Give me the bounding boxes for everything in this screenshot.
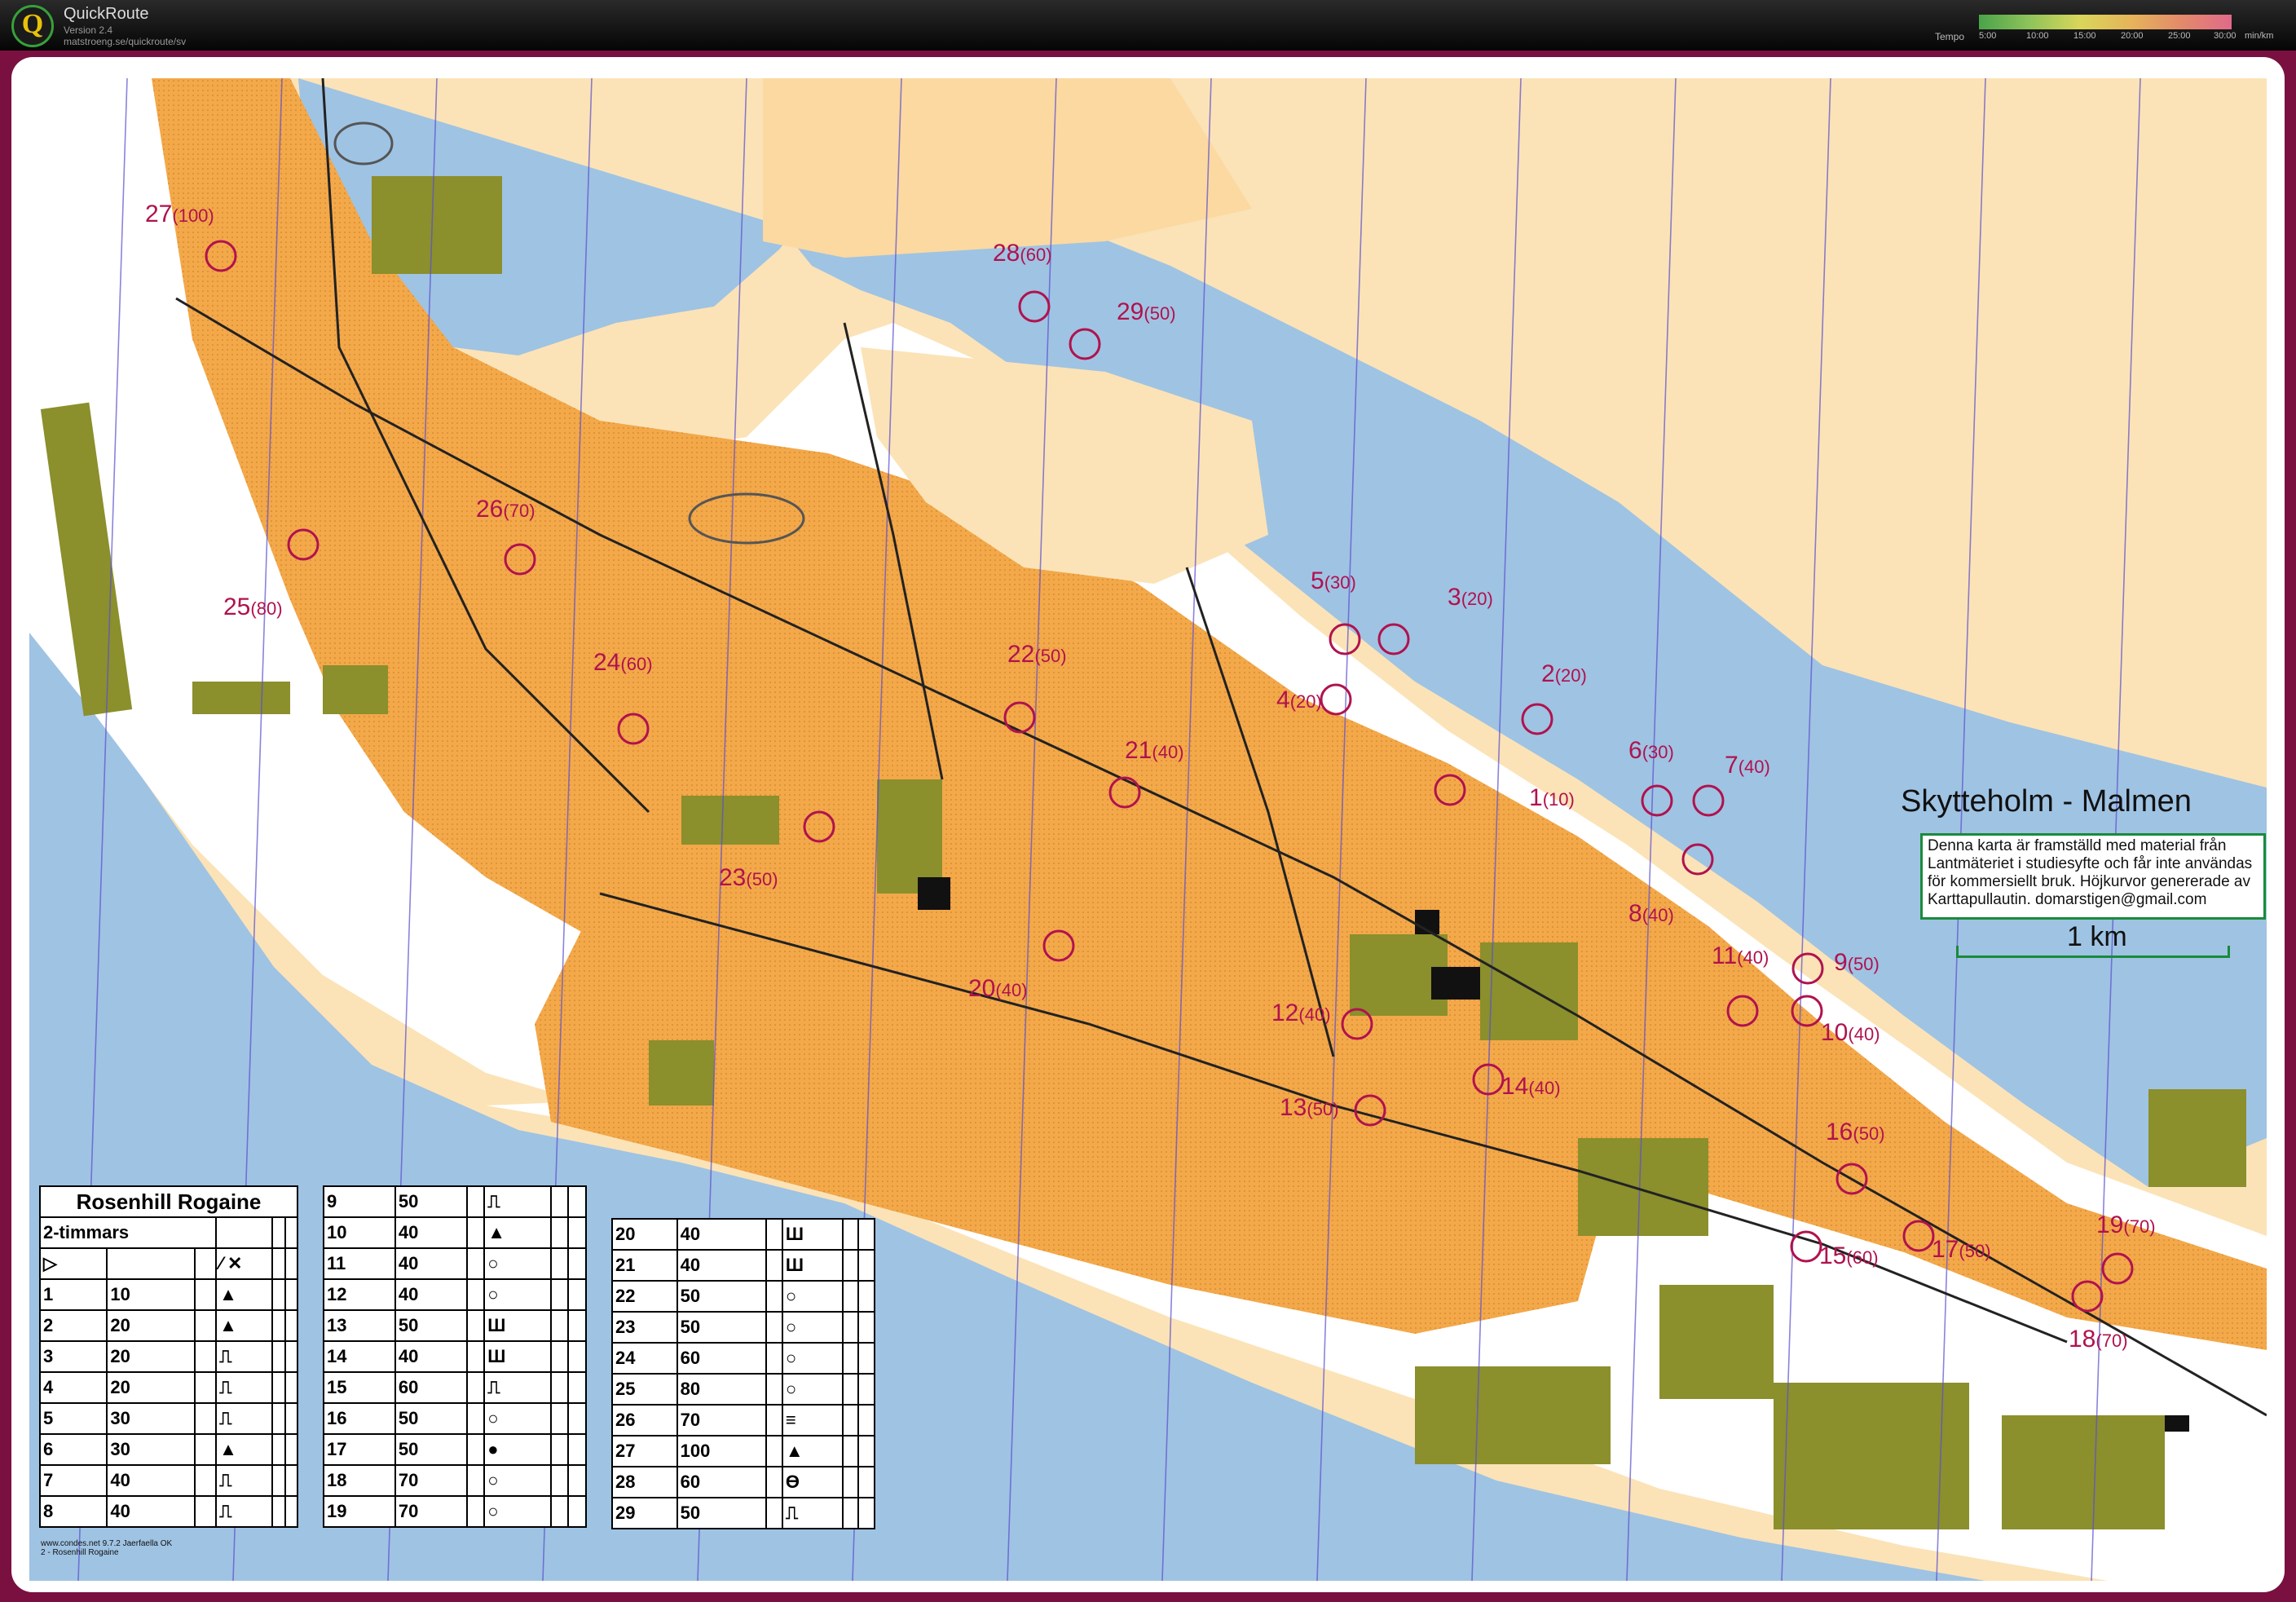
sheet-row: 3 20 ⎍	[38, 1340, 299, 1373]
control-label-2: 2(20)	[1541, 660, 1587, 687]
app-version: Version 2.4	[64, 24, 113, 36]
sheet-row: 7 40 ⎍	[38, 1464, 299, 1497]
footer-line: www.condes.net 9.7.2 Jaerfaella OK	[41, 1539, 173, 1548]
control-label-22: 22(50)	[1007, 641, 1067, 668]
control-label-28: 28(60)	[993, 240, 1052, 267]
control-label-25: 25(80)	[223, 594, 283, 620]
control-label-13: 13(50)	[1280, 1094, 1339, 1121]
sheet-row: 9 50 ⎍	[323, 1185, 587, 1218]
footer-line: 2 - Rosenhill Rogaine	[41, 1548, 119, 1557]
sheet-row: 5 30 ⎍	[38, 1402, 299, 1435]
tempo-tick: 10:00	[2026, 31, 2049, 41]
map-notice: Denna karta är framställd med material f…	[1920, 833, 2266, 920]
map-title: Skytteholm - Malmen	[1901, 784, 2192, 819]
sheet-row: 18 70 ○	[323, 1464, 587, 1497]
control-label-19: 19(70)	[2096, 1211, 2156, 1238]
sheet-row: 12 40 ○	[323, 1278, 587, 1311]
control-label-5: 5(30)	[1311, 567, 1356, 594]
control-label-9: 9(50)	[1834, 949, 1880, 976]
description-sheet-col2: 9 50 ⎍ 10 40 ▲ 11 40 ○ 12 40 ○ 13 50 Ш 14 40 Ш 15 60 ⎍…	[323, 1185, 587, 1528]
control-label-6: 6(30)	[1628, 737, 1674, 764]
control-label-20: 20(40)	[968, 975, 1028, 1002]
sheet-row: 22 50 ○	[611, 1280, 875, 1313]
sheet-row: 19 70 ○	[323, 1495, 587, 1528]
control-label-17: 17(50)	[1932, 1236, 1991, 1263]
sheet-row: 20 40 Ш	[611, 1218, 875, 1251]
control-label-26: 26(70)	[476, 496, 535, 523]
sheet-footer: www.condes.net 9.7.2 Jaerfaella OK 2 - R…	[41, 1539, 172, 1557]
control-label-14: 14(40)	[1501, 1073, 1561, 1100]
control-label-27: 27(100)	[145, 201, 214, 227]
tempo-ticks: 5:00 10:00 15:00 20:00 25:00 30:00 min/k…	[1972, 31, 2273, 44]
sheet-row: 4 20 ⎍	[38, 1371, 299, 1404]
tempo-unit: min/km	[2245, 31, 2274, 41]
sheet-row: 8 40 ⎍	[38, 1495, 299, 1528]
sheet-row: 1 10 ▲	[38, 1278, 299, 1311]
sheet-row: 24 60 ○	[611, 1342, 875, 1375]
control-label-21: 21(40)	[1125, 737, 1184, 764]
control-label-7: 7(40)	[1725, 752, 1770, 779]
sheet-row: 25 80 ○	[611, 1373, 875, 1406]
control-label-23: 23(50)	[719, 864, 778, 891]
sheet-row: 27 100 ▲	[611, 1435, 875, 1467]
control-label-12: 12(40)	[1271, 1000, 1331, 1026]
sheet-row: 13 50 Ш	[323, 1309, 587, 1342]
control-label-11: 11(40)	[1712, 942, 1769, 969]
control-label-8: 8(40)	[1628, 900, 1674, 927]
tempo-tick: 20:00	[2121, 31, 2144, 41]
sheet-row: 17 50 ●	[323, 1433, 587, 1466]
scale-label: 1 km	[2067, 921, 2127, 952]
sheet-row: 11 40 ○	[323, 1247, 587, 1280]
control-label-3: 3(20)	[1448, 584, 1493, 611]
control-label-15: 15(60)	[1819, 1242, 1879, 1269]
sheet-row: 10 40 ▲	[323, 1216, 587, 1249]
control-label-1: 1(10)	[1529, 784, 1575, 811]
control-label-16: 16(50)	[1826, 1119, 1885, 1145]
orienteering-map[interactable]: 1(10) 2(20) 3(20) 4(20) 5(30) 6(30) 7(40…	[29, 78, 2267, 1581]
sheet-row: 29 50 ⎍	[611, 1497, 875, 1529]
sheet-row: 26 70 ≡	[611, 1404, 875, 1437]
sheet-row: 23 50 ○	[611, 1311, 875, 1344]
sheet-title: Rosenhill Rogaine	[39, 1185, 298, 1218]
description-sheet-col1: Rosenhill Rogaine 2-timmars ▷ ⁄ ✕ 1 10 ▲ 22…	[38, 1185, 299, 1528]
tempo-color-scale	[1979, 15, 2232, 29]
app-name: QuickRoute	[64, 5, 149, 23]
control-label-10: 10(40)	[1821, 1019, 1880, 1046]
tempo-label: Tempo	[1935, 31, 1965, 42]
app-url[interactable]: matstroeng.se/quickroute/sv	[64, 36, 186, 47]
tempo-tick: 5:00	[1979, 31, 1997, 41]
tempo-tick: 25:00	[2168, 31, 2191, 41]
crossing-icon: ⁄ ✕	[215, 1247, 274, 1280]
title-bar: Q QuickRoute Version 2.4 matstroeng.se/q…	[0, 0, 2296, 51]
sheet-subtitle: 2-timmars	[38, 1216, 218, 1249]
tempo-tick: 30:00	[2214, 31, 2237, 41]
tempo-tick: 15:00	[2073, 31, 2096, 41]
control-label-18: 18(70)	[2069, 1326, 2128, 1353]
control-label-4: 4(20)	[1276, 686, 1322, 713]
sheet-row: 6 30 ▲	[38, 1433, 299, 1466]
sheet-row: 2 20 ▲	[38, 1309, 299, 1342]
sheet-row: 21 40 Ш	[611, 1249, 875, 1282]
sheet-row: 28 60 ϴ	[611, 1466, 875, 1498]
start-triangle-icon: ▷	[38, 1247, 108, 1280]
sheet-row: 15 60 ⎍	[323, 1371, 587, 1404]
description-sheet-col3: 20 40 Ш 21 40 Ш 22 50 ○ 23 50 ○ 24 60 ○ 25 80 ○ 26 70…	[611, 1218, 875, 1529]
control-label-29: 29(50)	[1117, 298, 1176, 325]
sheet-row: 16 50 ○	[323, 1402, 587, 1435]
quickroute-logo-icon: Q	[11, 5, 54, 47]
control-label-24: 24(60)	[593, 649, 653, 676]
sheet-row: 14 40 Ш	[323, 1340, 587, 1373]
